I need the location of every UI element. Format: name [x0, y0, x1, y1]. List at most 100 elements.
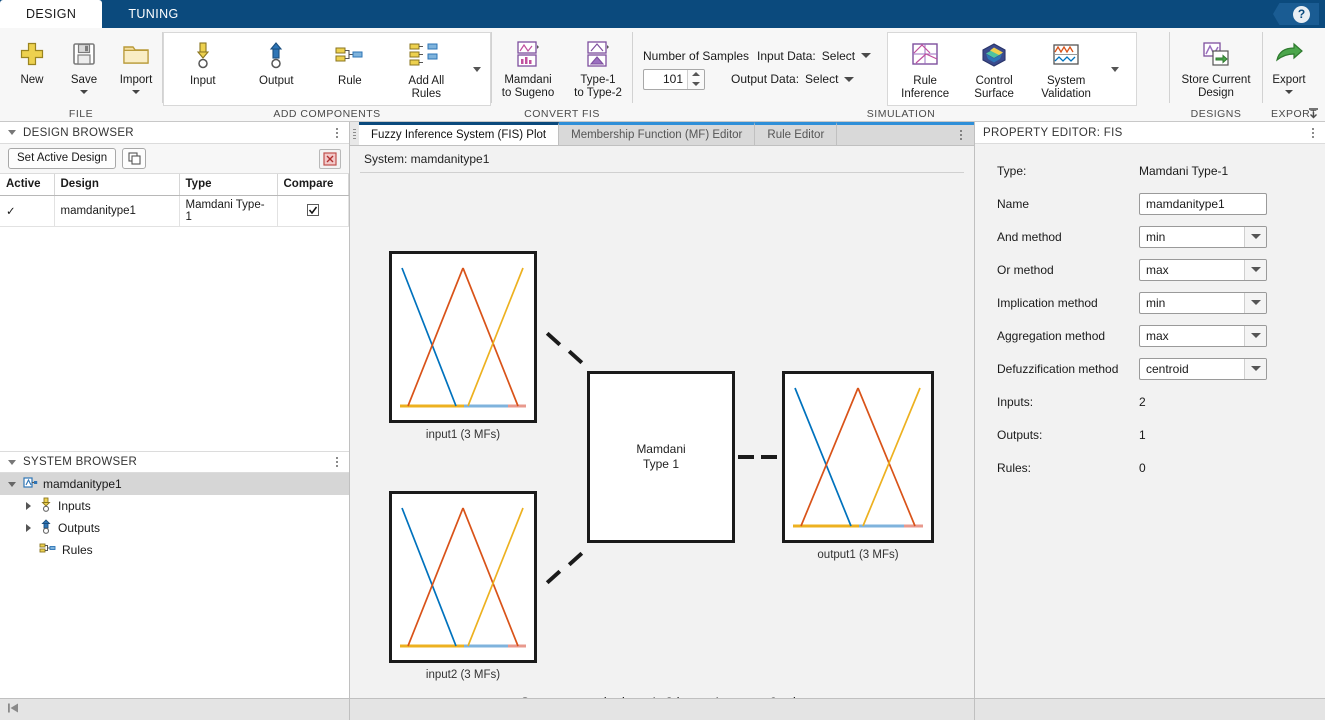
- table-row[interactable]: ✓ mamdanitype1 Mamdani Type-1: [0, 195, 349, 227]
- cell-compare[interactable]: [277, 195, 349, 227]
- stepper-up[interactable]: [688, 70, 704, 80]
- status-bar-left: [0, 698, 350, 720]
- tab-grip-handle[interactable]: [350, 122, 359, 145]
- system-browser-header: SYSTEM BROWSER: [0, 451, 349, 474]
- label-or-method: Or method: [997, 262, 1054, 277]
- tree-node-rules[interactable]: Rules: [0, 539, 349, 561]
- input-data-caret-icon: [861, 53, 872, 58]
- connector-output-seg2: [761, 455, 777, 459]
- output1-mf-plot[interactable]: [782, 371, 934, 543]
- tree-node-mamdanitype1[interactable]: mamdanitype1: [0, 473, 349, 496]
- and-method-select[interactable]: min: [1139, 225, 1267, 248]
- property-editor-title: PROPERTY EDITOR: FIS: [983, 126, 1123, 139]
- fis-type-block[interactable]: Mamdani Type 1: [587, 371, 735, 543]
- ribbon-tab-design[interactable]: DESIGN: [0, 0, 103, 28]
- save-button[interactable]: Save: [58, 32, 110, 94]
- connector-input1-seg2: [567, 349, 584, 365]
- col-design: Design: [54, 174, 180, 196]
- save-icon: [71, 38, 97, 70]
- simulation-overflow-caret[interactable]: [1111, 66, 1120, 72]
- design-browser-collapse-icon[interactable]: [8, 130, 16, 135]
- mamdani-to-sugeno-button[interactable]: Mamdani to Sugeno: [492, 32, 564, 99]
- copy-icon[interactable]: [122, 148, 147, 169]
- stepper-arrows[interactable]: [687, 69, 704, 89]
- defuzzification-method-select[interactable]: centroid: [1139, 357, 1267, 380]
- fis-plot-canvas: input1 (3 MFs) input2 (3 MFs) Mamdani Ty…: [350, 173, 974, 710]
- collapse-ribbon-button[interactable]: [1306, 105, 1320, 119]
- add-output-button[interactable]: Output: [240, 33, 314, 88]
- number-of-samples-stepper[interactable]: 101: [643, 68, 705, 90]
- ribbon-tab-tuning[interactable]: TUNING: [102, 0, 204, 28]
- fuzzy-logic-designer-window: DESIGN TUNING ? New Save Import FILE Inp…: [0, 0, 1325, 720]
- export-dropdown-caret[interactable]: [1285, 89, 1293, 94]
- system-browser-menu-icon[interactable]: [333, 455, 341, 469]
- aggregation-method-select[interactable]: max: [1139, 324, 1267, 347]
- output-data-selector[interactable]: Output Data: Select: [731, 72, 855, 86]
- type1-to-type2-button[interactable]: Type-1 to Type-2: [564, 32, 632, 99]
- compare-checkbox[interactable]: [306, 203, 319, 216]
- add-input-button[interactable]: Input: [166, 33, 240, 88]
- input2-mf-plot[interactable]: [389, 491, 537, 663]
- aggregation-method-caret-icon[interactable]: [1244, 325, 1266, 346]
- expand-caret-inputs[interactable]: [22, 502, 34, 511]
- or-method-caret-icon[interactable]: [1244, 259, 1266, 280]
- add-rule-button[interactable]: Rule: [313, 33, 387, 88]
- name-field[interactable]: mamdanitype1: [1139, 192, 1267, 215]
- system-browser-collapse-icon[interactable]: [8, 459, 16, 465]
- rule-icon: [39, 542, 57, 558]
- defuzzification-method-caret-icon[interactable]: [1244, 358, 1266, 379]
- tree-node-inputs[interactable]: Inputs: [0, 495, 349, 517]
- implication-method-select[interactable]: min: [1139, 291, 1267, 314]
- property-editor-header: PROPERTY EDITOR: FIS: [975, 122, 1325, 144]
- ribbon: New Save Import FILE Input Output Rule A…: [0, 28, 1325, 122]
- rule-inference-button[interactable]: Rule Inference: [890, 33, 960, 100]
- or-method-select[interactable]: max: [1139, 258, 1267, 281]
- tab-rule-editor[interactable]: Rule Editor: [755, 122, 838, 145]
- property-row-or-method: Or method max: [975, 253, 1325, 286]
- import-dropdown-caret[interactable]: [132, 89, 140, 94]
- save-dropdown-caret[interactable]: [80, 89, 88, 94]
- system-validation-button[interactable]: System Validation: [1028, 33, 1104, 100]
- add-all-rules-label-line1: Add All: [408, 75, 445, 87]
- tab-fis-plot[interactable]: Fuzzy Inference System (FIS) Plot: [359, 122, 560, 145]
- input-data-selector[interactable]: Input Data: Select: [757, 49, 872, 63]
- store-design-icon: [1200, 38, 1232, 70]
- tree-label-outputs: Outputs: [58, 521, 101, 536]
- document-tabs-menu-icon[interactable]: [948, 122, 974, 145]
- stepper-down-icon: [692, 81, 700, 86]
- label-type: Type:: [997, 163, 1027, 178]
- delete-icon[interactable]: [319, 148, 341, 169]
- new-button[interactable]: New: [6, 32, 58, 87]
- input1-mf-plot[interactable]: [389, 251, 537, 423]
- export-button[interactable]: Export: [1263, 32, 1315, 94]
- number-of-samples-label: Number of Samples: [643, 48, 750, 63]
- value-outputs: 1: [1139, 427, 1146, 442]
- cell-type: Mamdani Type-1: [179, 195, 278, 227]
- system-browser-title: SYSTEM BROWSER: [23, 456, 138, 469]
- input2-caption: input2 (3 MFs): [425, 669, 501, 681]
- ri-line2: Inference: [901, 87, 950, 100]
- property-editor-menu-icon[interactable]: [1309, 126, 1317, 140]
- ribbon-group-convert-fis: Mamdani to Sugeno Type-1 to Type-2 CONVE…: [492, 28, 632, 122]
- expand-caret-outputs[interactable]: [22, 524, 34, 533]
- set-active-design-button[interactable]: Set Active Design: [8, 148, 117, 169]
- property-row-and-method: And method min: [975, 220, 1325, 253]
- group-title-designs: DESIGNS: [1190, 108, 1242, 120]
- add-all-rules-button[interactable]: Add All Rules: [387, 33, 466, 100]
- design-browser-menu-icon[interactable]: [333, 126, 341, 140]
- tree-node-outputs[interactable]: Outputs: [0, 517, 349, 539]
- and-method-caret-icon[interactable]: [1244, 226, 1266, 247]
- property-row-implication-method: Implication method min: [975, 286, 1325, 319]
- stepper-down[interactable]: [688, 79, 704, 89]
- control-surface-button[interactable]: Control Surface: [960, 33, 1028, 100]
- import-button[interactable]: Import: [110, 32, 162, 94]
- help-button[interactable]: ?: [1273, 3, 1319, 25]
- output-data-caret-icon: [844, 76, 855, 82]
- tab-mf-editor[interactable]: Membership Function (MF) Editor: [559, 122, 756, 145]
- add-components-overflow-caret[interactable]: [473, 66, 481, 72]
- expand-caret-mamdanitype1[interactable]: [6, 481, 18, 487]
- fis-block-text: Mamdani Type 1: [636, 442, 685, 472]
- store-current-design-button[interactable]: Store Current Design: [1170, 32, 1262, 99]
- implication-method-caret-icon[interactable]: [1244, 292, 1266, 313]
- skip-to-start-icon[interactable]: [6, 701, 20, 718]
